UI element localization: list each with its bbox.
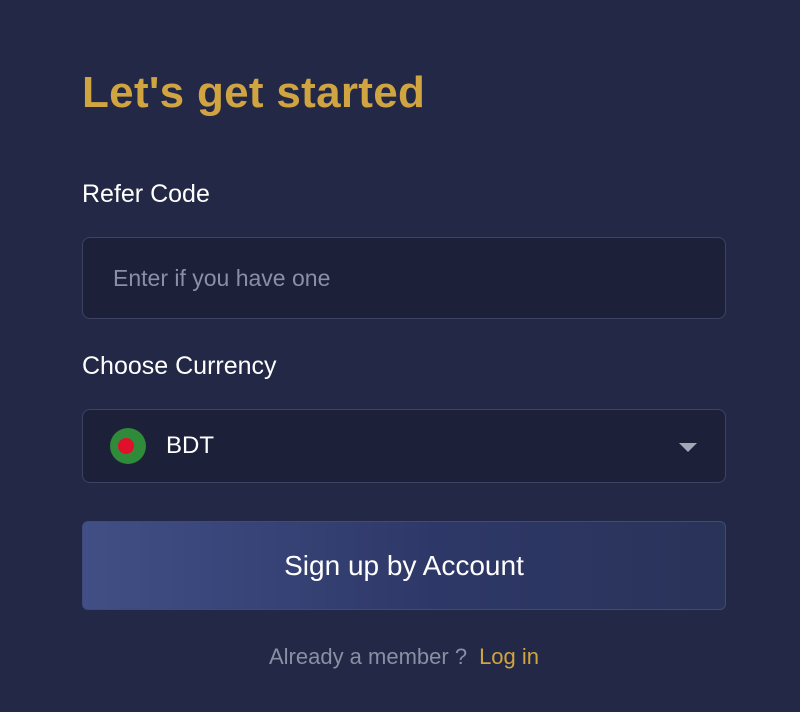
flag-circle bbox=[118, 438, 134, 454]
bangladesh-flag-icon bbox=[110, 428, 146, 464]
already-member-text: Already a member ? bbox=[268, 644, 468, 669]
refer-code-input[interactable] bbox=[82, 237, 726, 319]
page-title: Let's get started bbox=[82, 68, 426, 117]
login-link[interactable]: Log in bbox=[479, 644, 539, 669]
refer-code-label: Refer Code bbox=[82, 180, 210, 208]
login-prompt: Already a member ? Log in bbox=[82, 644, 726, 670]
caret-down-icon bbox=[679, 443, 697, 452]
sign-up-button[interactable]: Sign up by Account bbox=[82, 521, 726, 610]
currency-label: Choose Currency bbox=[82, 352, 277, 380]
currency-select[interactable]: BDT bbox=[82, 409, 726, 483]
currency-selected-value: BDT bbox=[166, 432, 214, 459]
